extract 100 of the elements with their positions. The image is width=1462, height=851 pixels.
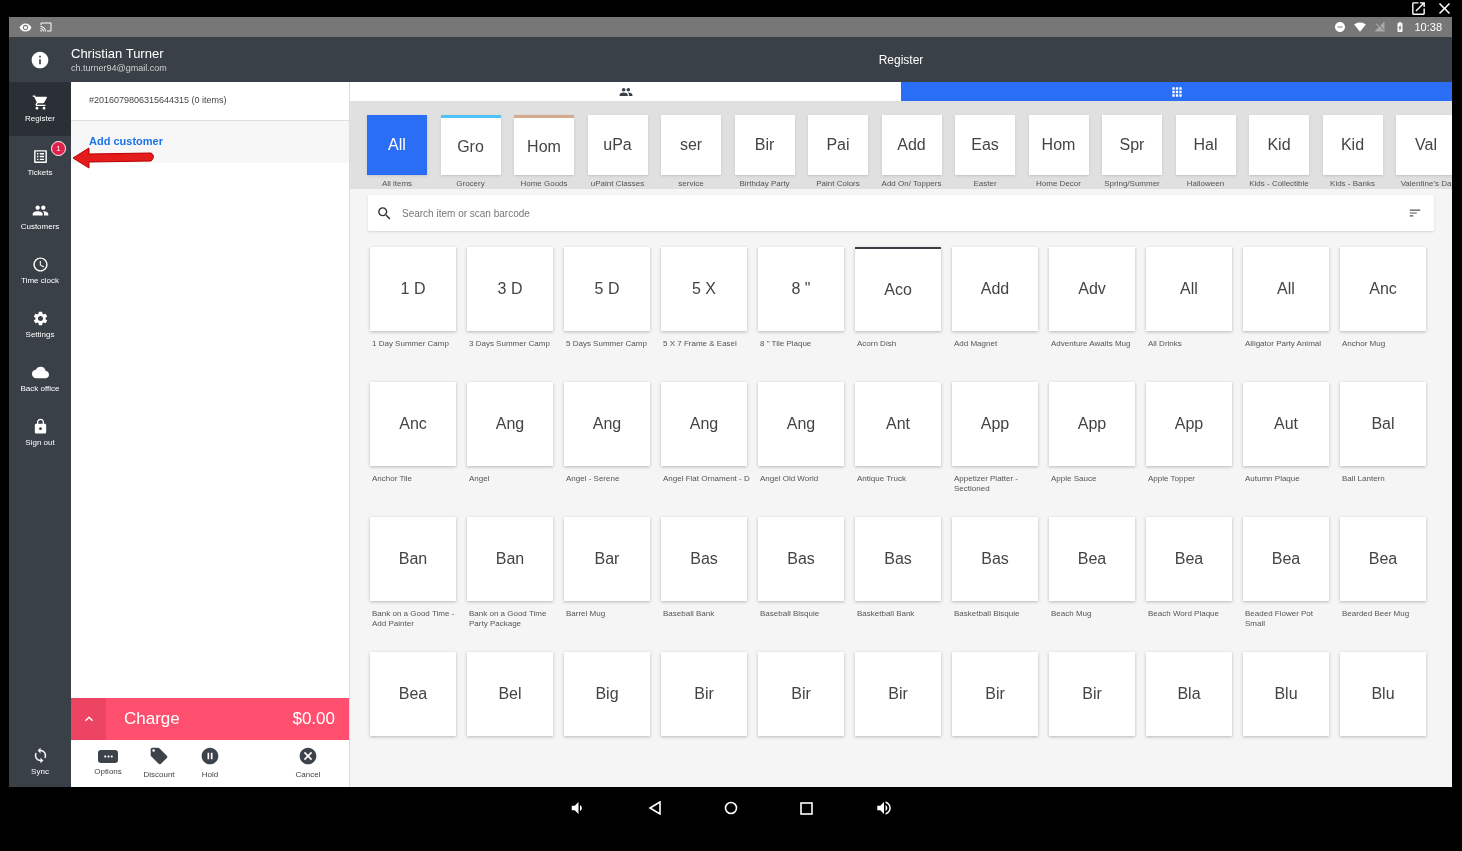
sidebar-item[interactable]: Sign out xyxy=(9,406,71,460)
notification-badge: 1 xyxy=(51,141,66,156)
pop-out-icon[interactable] xyxy=(1410,0,1427,17)
item-name: Alligator Party Animal xyxy=(1244,339,1323,349)
ticket-number: #2016079806315644315 (0 items) xyxy=(89,94,227,108)
item-tile[interactable]: 5 D xyxy=(564,247,650,331)
item-tile[interactable]: Ang xyxy=(564,382,650,466)
action-button[interactable]: Options xyxy=(87,749,129,778)
item-name: Apple Topper xyxy=(1147,474,1196,484)
category-tile[interactable]: Hom xyxy=(1028,115,1089,175)
info-icon[interactable] xyxy=(30,49,50,70)
item-tile[interactable]: Aco xyxy=(855,247,941,331)
item-name: Anchor Tile xyxy=(371,474,414,484)
item-tile[interactable]: App xyxy=(952,382,1038,466)
category-label: Valentine's Da xyxy=(1400,179,1452,189)
sidebar-item[interactable]: Register xyxy=(9,82,71,136)
sidebar-item[interactable]: Time clock xyxy=(9,244,71,298)
item-tile[interactable]: Bas xyxy=(758,517,844,601)
item-name: Barrel Mug xyxy=(565,609,607,619)
item-tile[interactable]: Anc xyxy=(370,382,456,466)
item-tile[interactable]: Ban xyxy=(467,517,553,601)
item-tile[interactable]: Blu xyxy=(1243,652,1329,736)
item-tile[interactable]: Big xyxy=(564,652,650,736)
item-tile[interactable]: All xyxy=(1146,247,1232,331)
item-tile[interactable]: Bla xyxy=(1146,652,1232,736)
category-tile[interactable]: Add xyxy=(881,115,942,175)
item-name: Apple Sauce xyxy=(1050,474,1098,484)
action-button[interactable]: Hold xyxy=(189,746,231,781)
item-name: Ball Lantern xyxy=(1341,474,1386,484)
category-tile[interactable]: Gro xyxy=(440,115,501,175)
item-tile[interactable]: 3 D xyxy=(467,247,553,331)
item-tile[interactable]: Blu xyxy=(1340,652,1426,736)
item-tile[interactable]: App xyxy=(1146,382,1232,466)
category-label: Easter xyxy=(972,179,998,189)
item-tile[interactable]: Adv xyxy=(1049,247,1135,331)
category-tile[interactable]: Spr xyxy=(1102,115,1162,175)
category-label: Add On/ Toppers xyxy=(880,179,943,189)
item-tile[interactable]: Add xyxy=(952,247,1038,331)
item-tile[interactable]: Aut xyxy=(1243,382,1329,466)
action-button[interactable]: Discount xyxy=(138,746,180,781)
category-tile[interactable]: Hal xyxy=(1175,115,1236,175)
item-tile[interactable]: Ant xyxy=(855,382,941,466)
item-tile[interactable]: Bir xyxy=(1049,652,1135,736)
item-tile[interactable]: Bas xyxy=(855,517,941,601)
item-tile[interactable]: Bea xyxy=(1146,517,1232,601)
item-tile[interactable]: Ang xyxy=(467,382,553,466)
category-tile[interactable]: Val xyxy=(1396,115,1452,175)
item-tile[interactable]: Bel xyxy=(467,652,553,736)
add-customer-link[interactable]: Add customer xyxy=(89,133,163,150)
item-tile[interactable]: 5 X xyxy=(661,247,747,331)
back-icon[interactable] xyxy=(648,801,662,815)
item-tile[interactable]: Bea xyxy=(1340,517,1426,601)
user-name: Christian Turner xyxy=(71,45,165,62)
item-tile[interactable]: 8 " xyxy=(758,247,844,331)
category-label: Halloween xyxy=(1185,179,1226,189)
item-tile[interactable]: Ang xyxy=(661,382,747,466)
category-tile[interactable]: Bir xyxy=(734,115,795,175)
category-tile[interactable]: Kid xyxy=(1249,115,1309,175)
sidebar-item[interactable]: Tickets 1 xyxy=(9,136,71,190)
action-button[interactable]: Cancel xyxy=(287,746,329,781)
item-name: Autumn Plaque xyxy=(1244,474,1301,484)
sidebar-item[interactable]: Settings xyxy=(9,298,71,352)
item-name: 5 X 7 Frame & Easel xyxy=(662,339,738,349)
item-tile[interactable]: 1 D xyxy=(370,247,456,331)
search-field[interactable]: Search item or scan barcode xyxy=(368,195,1434,231)
sidebar-item[interactable]: Customers xyxy=(9,190,71,244)
item-name: Bank on a Good Time - Add Painter xyxy=(371,609,456,629)
item-tile[interactable]: Bir xyxy=(758,652,844,736)
item-tile[interactable]: Bar xyxy=(564,517,650,601)
recents-icon[interactable] xyxy=(800,801,813,815)
sidebar-item[interactable]: Sync xyxy=(9,737,71,787)
category-tile[interactable]: Kid xyxy=(1322,115,1383,175)
item-tile[interactable]: Anc xyxy=(1340,247,1426,331)
category-tile[interactable]: Hom xyxy=(514,115,574,175)
item-tile[interactable]: Ang xyxy=(758,382,844,466)
item-tile[interactable]: Bir xyxy=(855,652,941,736)
category-label: Home Goods xyxy=(519,179,569,189)
user-email: ch.turner94@gmail.com xyxy=(71,61,168,74)
home-icon[interactable] xyxy=(724,801,738,815)
item-tile[interactable]: Bal xyxy=(1340,382,1426,466)
item-tile[interactable]: Bea xyxy=(1049,517,1135,601)
category-tile[interactable]: All xyxy=(367,115,427,175)
item-name: Anchor Mug xyxy=(1341,339,1387,349)
item-tile[interactable]: Bas xyxy=(952,517,1038,601)
sidebar-item[interactable]: Back office xyxy=(9,352,71,406)
category-tile[interactable]: ser xyxy=(661,115,721,175)
item-tile[interactable]: App xyxy=(1049,382,1135,466)
item-tile[interactable]: Ban xyxy=(370,517,456,601)
category-tile[interactable]: Pai xyxy=(808,115,868,175)
category-tile[interactable]: uPa xyxy=(587,115,648,175)
volume-up-icon[interactable] xyxy=(875,799,893,817)
category-tile[interactable]: Eas xyxy=(955,115,1015,175)
item-tile[interactable]: Bir xyxy=(661,652,747,736)
item-tile[interactable]: Bea xyxy=(1243,517,1329,601)
item-tile[interactable]: Bea xyxy=(370,652,456,736)
search-input[interactable]: Search item or scan barcode xyxy=(402,205,1399,221)
item-tile[interactable]: Bas xyxy=(661,517,747,601)
item-tile[interactable]: Bir xyxy=(952,652,1038,736)
item-tile[interactable]: All xyxy=(1243,247,1329,331)
item-name: Baseball Bisquie xyxy=(759,609,821,619)
